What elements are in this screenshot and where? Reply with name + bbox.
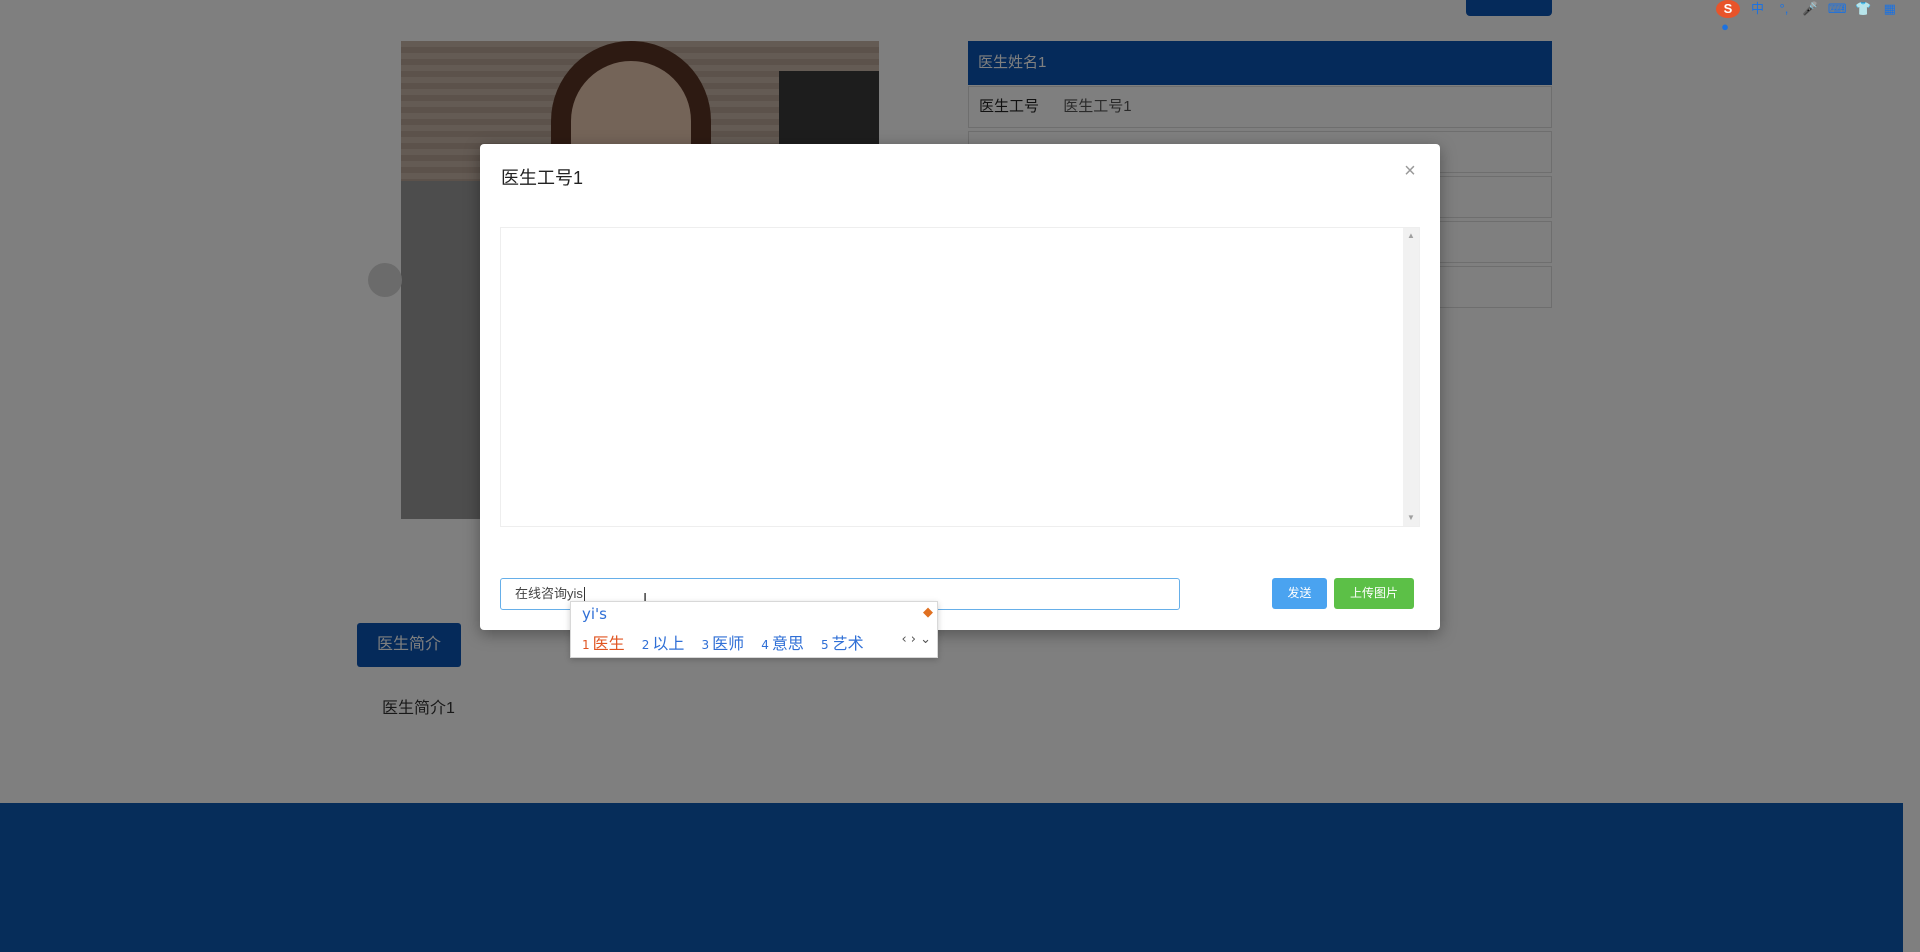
- chinese-mode-toggle[interactable]: 中: [1748, 0, 1766, 18]
- keyboard-icon[interactable]: ⌨: [1828, 0, 1847, 18]
- ime-composition: yi's: [582, 605, 607, 623]
- candidate-text: 以上: [652, 634, 685, 653]
- mascot-icon[interactable]: ●: [1716, 18, 1734, 36]
- scroll-up-icon[interactable]: ▲: [1403, 228, 1419, 244]
- candidate-text: 意思: [771, 634, 804, 653]
- upload-image-button[interactable]: 上传图片: [1334, 578, 1414, 609]
- chat-input-value: 在线咨询yis: [515, 586, 583, 601]
- candidate-text: 医师: [712, 634, 745, 653]
- ime-toolbar: S 中 °, 🎤 ⌨ 👕 ▦ ●: [1716, 0, 1920, 34]
- chat-message-area[interactable]: ▲ ▼: [500, 227, 1420, 527]
- send-button[interactable]: 发送: [1272, 578, 1327, 609]
- text-caret: [583, 587, 585, 603]
- punctuation-toggle[interactable]: °,: [1775, 0, 1793, 18]
- mic-icon[interactable]: 🎤: [1801, 0, 1819, 18]
- chat-modal: 医生工号1 × ▲ ▼ 在线咨询yis 发送 上传图片: [480, 144, 1440, 630]
- candidate-number: 4: [761, 638, 769, 652]
- ime-page-nav[interactable]: ‹ › ⌄: [901, 632, 931, 647]
- chat-scrollbar[interactable]: ▲ ▼: [1403, 228, 1419, 526]
- modal-title: 医生工号1: [501, 168, 584, 188]
- ime-mascot-icon: ◆: [923, 605, 933, 620]
- scroll-down-icon[interactable]: ▼: [1403, 510, 1419, 526]
- candidate-number: 3: [701, 638, 710, 652]
- ime-candidates: 1 医生 2 以上 3 医师 4 意思 5 艺术: [582, 630, 876, 654]
- ime-candidate[interactable]: 3 医师: [702, 634, 745, 653]
- skin-icon[interactable]: 👕: [1854, 0, 1872, 18]
- sogou-logo-icon[interactable]: S: [1716, 0, 1740, 18]
- ime-candidate[interactable]: 1 医生: [582, 634, 625, 653]
- ime-candidate[interactable]: 2 以上: [642, 634, 685, 653]
- candidate-text: 医生: [592, 634, 625, 653]
- candidate-number: 2: [641, 638, 650, 652]
- ime-candidate-popup: yi's ◆ 1 医生 2 以上 3 医师 4 意思 5 艺术 ‹ › ⌄: [570, 601, 938, 658]
- apps-icon[interactable]: ▦: [1881, 0, 1899, 18]
- close-icon[interactable]: ×: [1400, 161, 1420, 182]
- candidate-text: 艺术: [831, 634, 864, 653]
- candidate-number: 5: [821, 638, 829, 652]
- ime-candidate[interactable]: 5 艺术: [821, 634, 864, 653]
- ime-candidate[interactable]: 4 意思: [761, 634, 804, 653]
- candidate-number: 1: [582, 638, 590, 652]
